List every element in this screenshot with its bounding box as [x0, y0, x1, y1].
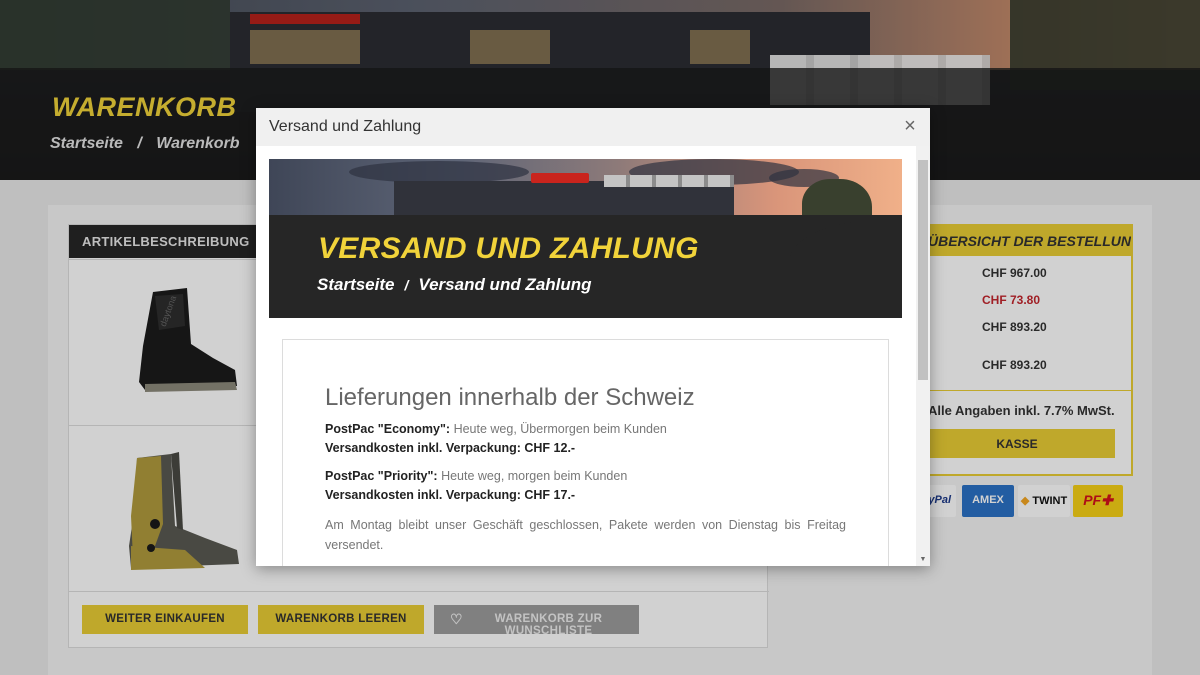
shipping-payment-modal: Versand und Zahlung × VERSAND UND ZAHLUN…: [256, 108, 930, 566]
banner-breadcrumb-home[interactable]: Startseite: [317, 275, 394, 294]
modal-body[interactable]: VERSAND UND ZAHLUNG Startseite / Versand u…: [256, 146, 930, 566]
banner-breadcrumb: Startseite / Versand und Zahlung: [317, 275, 592, 294]
modal-scrollbar[interactable]: ▼: [916, 146, 930, 566]
scrollbar-thumb[interactable]: [918, 160, 928, 380]
delivery-heading: Lieferungen innerhalb der Schweiz: [325, 384, 695, 411]
economy-cost: Versandkosten inkl. Verpackung: CHF 12.-: [325, 441, 576, 455]
scroll-down-arrow-icon[interactable]: ▼: [918, 556, 928, 564]
shipping-banner-image: VERSAND UND ZAHLUNG Startseite / Versand u…: [269, 159, 902, 318]
modal-header: Versand und Zahlung ×: [256, 108, 930, 146]
priority-option: PostPac "Priority": Heute weg, morgen be…: [325, 469, 628, 483]
economy-option: PostPac "Economy": Heute weg, Übermorgen…: [325, 422, 667, 436]
monday-closed-note: Am Montag bleibt unser Geschäft geschlos…: [325, 518, 846, 552]
store-sign: [531, 173, 589, 183]
priority-cost: Versandkosten inkl. Verpackung: CHF 17.-: [325, 488, 576, 502]
shipping-info-panel: Lieferungen innerhalb der Schweiz PostPa…: [282, 339, 889, 566]
close-icon[interactable]: ×: [902, 116, 918, 136]
modal-title: Versand und Zahlung: [269, 118, 422, 135]
banner-breadcrumb-current: Versand und Zahlung: [418, 275, 592, 294]
banner-title: VERSAND UND ZAHLUNG: [318, 232, 699, 265]
